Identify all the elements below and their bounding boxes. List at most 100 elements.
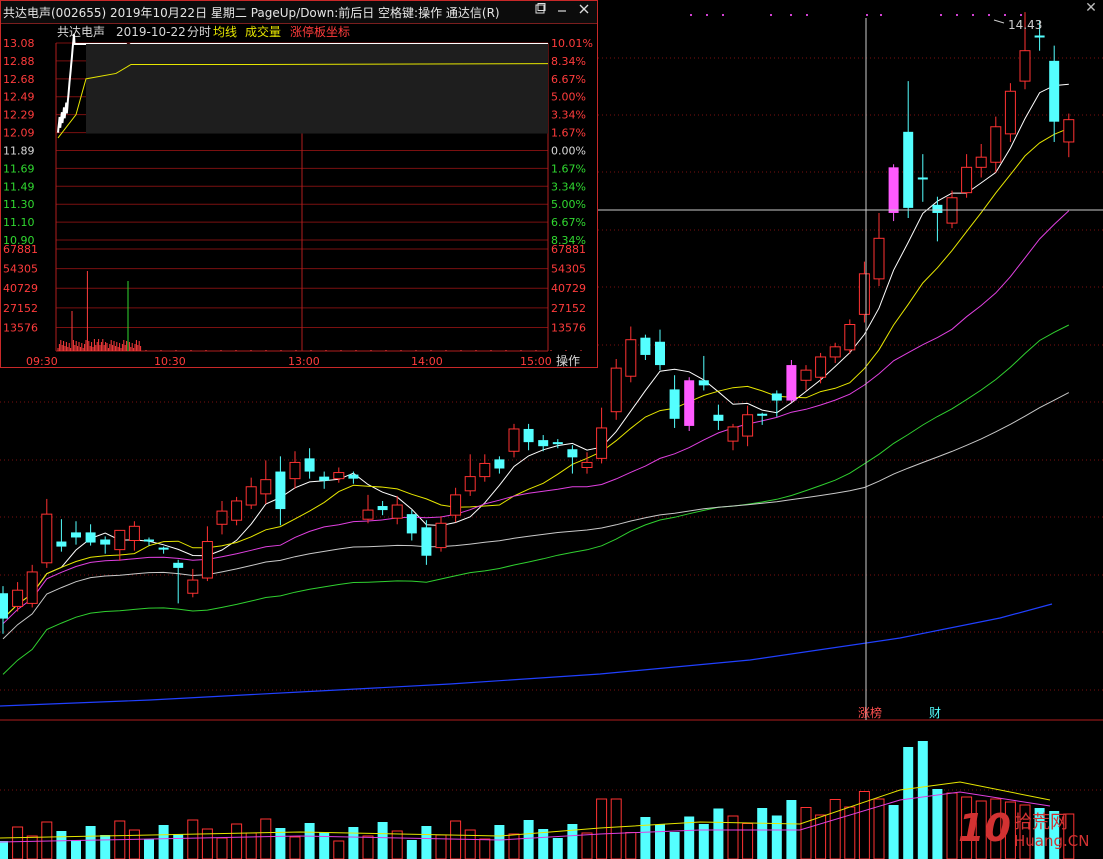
volume-bar bbox=[289, 836, 301, 859]
peak-pointer bbox=[993, 19, 1005, 24]
volume-bar bbox=[144, 839, 154, 859]
candle-body bbox=[421, 527, 432, 556]
candle-body bbox=[581, 461, 593, 468]
price-tick-label: 12.49 bbox=[3, 91, 35, 104]
candle-body bbox=[610, 367, 622, 413]
marker-cai: 财 bbox=[929, 706, 941, 720]
price-tick-label: 11.49 bbox=[3, 180, 35, 193]
price-tick-label: 11.89 bbox=[3, 144, 35, 157]
candle-body bbox=[216, 510, 228, 525]
price-tick-label: 11.10 bbox=[3, 216, 35, 229]
candle-body bbox=[333, 472, 345, 480]
candle-body bbox=[231, 500, 243, 521]
volume-bar bbox=[71, 840, 81, 859]
top-marker-dot bbox=[722, 14, 724, 16]
volume-tick-label-right: 67881 bbox=[551, 243, 586, 256]
candle-body bbox=[377, 506, 388, 511]
candle-body bbox=[479, 462, 491, 478]
volume-bar bbox=[450, 820, 462, 859]
volume-bar bbox=[946, 792, 958, 859]
candle-body bbox=[873, 237, 885, 280]
volume-bar bbox=[581, 832, 593, 859]
price-tick-label: 13.08 bbox=[3, 37, 35, 50]
candle-body bbox=[552, 442, 563, 445]
volume-bar bbox=[187, 819, 199, 859]
operate-button[interactable]: 操作 bbox=[556, 353, 580, 367]
time-tick-label: 09:30 bbox=[26, 355, 58, 367]
volume-bar bbox=[713, 808, 724, 859]
candle-body bbox=[669, 389, 680, 419]
candle-body bbox=[494, 459, 505, 469]
intraday-popup-window[interactable]: 共达电声(002655) 2019年10月22日 星期二 PageUp/Down… bbox=[0, 0, 598, 368]
popup-title: 共达电声(002655) 2019年10月22日 星期二 PageUp/Down… bbox=[3, 6, 500, 20]
intraday-chart[interactable]: 13.08 10.01% 12.88 8.34% 12.68 6.67% 12.49 5.00… bbox=[1, 23, 597, 367]
candle-body bbox=[260, 479, 272, 495]
candle-body bbox=[0, 593, 8, 619]
price-tick-label: 11.69 bbox=[3, 162, 35, 175]
ma30-line bbox=[2, 324, 1070, 675]
intraday-mode: 分时 bbox=[187, 25, 211, 39]
volume-bar bbox=[158, 825, 169, 859]
candle-body bbox=[71, 532, 81, 538]
candle-body bbox=[1034, 35, 1045, 38]
volume-bar bbox=[917, 741, 928, 859]
ma250-line bbox=[0, 603, 1053, 707]
pct-tick-label: 6.67% bbox=[551, 73, 586, 86]
price-tick-label: 12.68 bbox=[3, 73, 35, 86]
volume-tick-label: 40729 bbox=[3, 282, 38, 295]
popup-titlebar[interactable]: 共达电声(002655) 2019年10月22日 星期二 PageUp/Down… bbox=[1, 1, 597, 24]
volume-bar bbox=[655, 824, 665, 859]
candle-body bbox=[757, 413, 768, 416]
watermark-logo: 10 拾荒网 Huang.CN bbox=[958, 806, 1090, 850]
candle-body bbox=[56, 541, 67, 547]
candle-body bbox=[538, 440, 549, 447]
volume-bar bbox=[873, 798, 885, 859]
candle-body bbox=[932, 204, 943, 213]
candle-body bbox=[815, 356, 827, 378]
peak-price-label: 14.43 bbox=[1008, 18, 1042, 32]
volume-tick-label-right: 13576 bbox=[551, 321, 586, 334]
candle-body bbox=[800, 369, 812, 381]
volume-bar bbox=[464, 829, 476, 859]
volume-bar bbox=[85, 826, 96, 859]
volume-bar bbox=[216, 837, 228, 859]
top-marker-dot bbox=[706, 14, 708, 16]
pct-tick-label: 10.01% bbox=[551, 37, 593, 50]
volume-bar bbox=[742, 823, 754, 859]
candle-body bbox=[319, 476, 330, 481]
volume-bar bbox=[932, 789, 943, 859]
volume-bar bbox=[903, 747, 914, 859]
candle-body bbox=[158, 547, 169, 550]
candle-body bbox=[903, 131, 914, 208]
volume-bar bbox=[173, 834, 184, 859]
minimize-icon[interactable] bbox=[553, 3, 571, 19]
volume-bar bbox=[421, 826, 432, 859]
main-close-icon[interactable]: ✕ bbox=[1082, 0, 1100, 17]
ma60-line bbox=[2, 392, 1070, 640]
volume-bar bbox=[128, 829, 140, 859]
top-marker-dot bbox=[956, 14, 958, 16]
top-marker-dot bbox=[770, 14, 772, 16]
volume-bar bbox=[508, 833, 520, 859]
candle-body bbox=[26, 571, 38, 604]
volume-bar bbox=[260, 818, 272, 859]
legend-0: 均线 bbox=[213, 25, 237, 39]
time-tick-label: 15:00 bbox=[520, 355, 552, 367]
candle-body bbox=[713, 414, 724, 421]
volume-bar bbox=[610, 798, 622, 859]
intraday-date: 2019-10-22 bbox=[116, 25, 186, 39]
time-tick-label: 14:00 bbox=[411, 355, 443, 367]
pct-tick-label: 1.67% bbox=[551, 162, 586, 175]
candle-body bbox=[917, 177, 928, 180]
price-tick-label: 11.30 bbox=[3, 198, 35, 211]
candle-body bbox=[41, 513, 53, 564]
close-icon[interactable] bbox=[575, 3, 593, 19]
candle-body bbox=[245, 486, 257, 506]
restore-icon[interactable] bbox=[531, 3, 549, 19]
candle-body bbox=[829, 346, 841, 358]
volume-tick-label-right: 54305 bbox=[551, 263, 586, 276]
volume-bar bbox=[567, 824, 578, 859]
intraday-stock-name: 共达电声 bbox=[57, 25, 105, 39]
candle-body bbox=[727, 426, 739, 442]
volume-bar bbox=[12, 826, 24, 859]
